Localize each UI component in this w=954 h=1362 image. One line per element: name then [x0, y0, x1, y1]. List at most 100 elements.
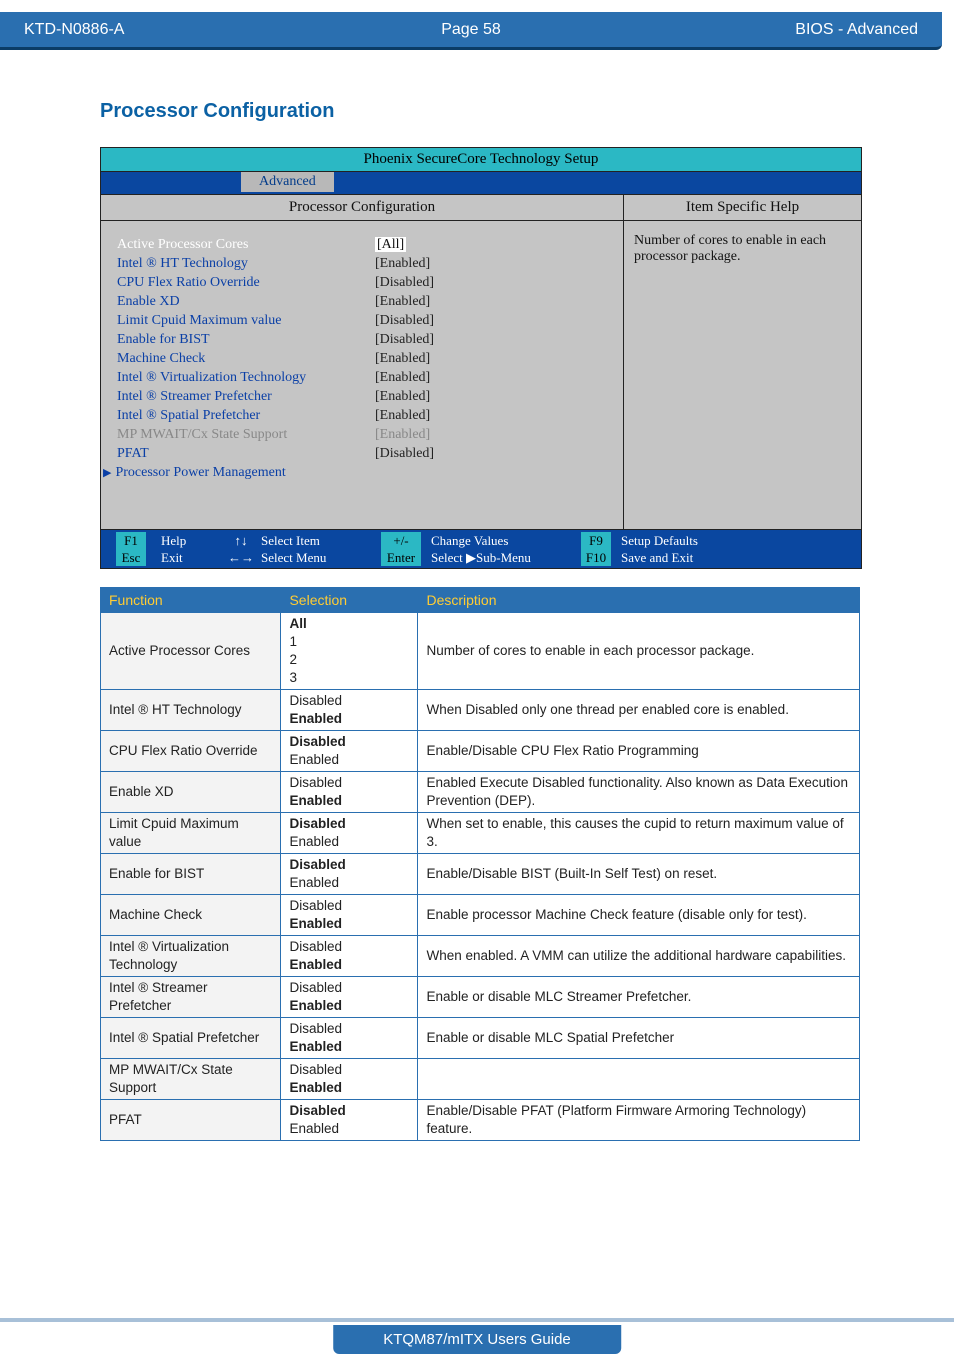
cell-description: Enable or disable MLC Streamer Prefetche… [418, 977, 860, 1018]
selection-option: All [289, 615, 409, 633]
cell-selection: DisabledEnabled [281, 854, 418, 895]
bios-item-label: MP MWAIT/Cx State Support [101, 425, 375, 444]
cell-selection: DisabledEnabled [281, 813, 418, 854]
selection-option: Enabled [289, 792, 409, 810]
bios-item-label: Limit Cpuid Maximum value [101, 311, 375, 330]
bios-key-legend: F1 Help ↑↓ Select Item +/- Change Values… [101, 529, 861, 568]
bios-tab-advanced[interactable]: Advanced [241, 172, 334, 192]
cell-function: Enable XD [101, 772, 281, 813]
key-f1: F1 [116, 532, 146, 549]
cell-description: Enable/Disable PFAT (Platform Firmware A… [418, 1100, 860, 1141]
bios-item[interactable]: Intel ® HT Technology[Enabled] [101, 254, 623, 273]
bios-item-value: [Enabled] [375, 406, 430, 425]
selection-option: Disabled [289, 979, 409, 997]
selection-option: Enabled [289, 915, 409, 933]
bios-title: Phoenix SecureCore Technology Setup [101, 148, 861, 172]
bios-item[interactable]: PFAT[Disabled] [101, 444, 623, 463]
table-row: PFATDisabledEnabledEnable/Disable PFAT (… [101, 1100, 860, 1141]
bios-item[interactable]: MP MWAIT/Cx State Support[Enabled] [101, 425, 623, 444]
selection-option: 1 [289, 633, 409, 651]
legend-select-submenu: Select ▶Sub-Menu [431, 549, 571, 566]
bios-item[interactable]: Active Processor Cores[All] [101, 235, 623, 254]
bios-item[interactable]: Intel ® Spatial Prefetcher[Enabled] [101, 406, 623, 425]
cell-description: When set to enable, this causes the cupi… [418, 813, 860, 854]
cell-function: Intel ® Virtualization Technology [101, 936, 281, 977]
bios-help-text: Number of cores to enable in each proces… [624, 221, 861, 529]
bios-item-value: [Enabled] [375, 425, 430, 444]
selection-option: Enabled [289, 874, 409, 892]
table-row: Machine CheckDisabledEnabledEnable proce… [101, 895, 860, 936]
table-row: CPU Flex Ratio OverrideDisabledEnabledEn… [101, 731, 860, 772]
cell-selection: DisabledEnabled [281, 977, 418, 1018]
section-label: BIOS - Advanced [620, 21, 918, 39]
table-row: Intel ® HT TechnologyDisabledEnabledWhen… [101, 690, 860, 731]
table-row: Intel ® Spatial PrefetcherDisabledEnable… [101, 1018, 860, 1059]
legend-select-item: Select Item [261, 532, 371, 549]
bios-item-label: Intel ® HT Technology [101, 254, 375, 273]
legend-setup-defaults: Setup Defaults [621, 532, 698, 549]
bios-item[interactable]: Intel ® Virtualization Technology[Enable… [101, 368, 623, 387]
legend-save-exit: Save and Exit [621, 549, 693, 566]
bios-item[interactable]: Enable for BIST[Disabled] [101, 330, 623, 349]
bios-panel-title-right: Item Specific Help [624, 195, 861, 220]
bios-item-label: Machine Check [101, 349, 375, 368]
bios-item-value: [Disabled] [375, 330, 434, 349]
table-row: Enable XDDisabledEnabledEnabled Execute … [101, 772, 860, 813]
selection-option: 3 [289, 669, 409, 687]
bios-item[interactable]: Limit Cpuid Maximum value[Disabled] [101, 311, 623, 330]
cell-selection: DisabledEnabled [281, 731, 418, 772]
table-row: MP MWAIT/Cx State SupportDisabledEnabled [101, 1059, 860, 1100]
bios-tabbar: Advanced [101, 172, 861, 195]
cell-description: Number of cores to enable in each proces… [418, 613, 860, 690]
selection-option: Disabled [289, 692, 409, 710]
bios-item-value: [Enabled] [375, 254, 430, 273]
cell-function: Limit Cpuid Maximum value [101, 813, 281, 854]
bios-item-label: Intel ® Virtualization Technology [101, 368, 375, 387]
key-f10: F10 [581, 549, 611, 566]
bios-item-value: [All] [375, 235, 406, 254]
bios-item[interactable]: Enable XD[Enabled] [101, 292, 623, 311]
doc-id: KTD-N0886-A [24, 21, 322, 39]
cell-function: Intel ® Streamer Prefetcher [101, 977, 281, 1018]
bios-item-label: CPU Flex Ratio Override [101, 273, 375, 292]
arrows-leftright-icon: ←→ [221, 549, 261, 566]
arrows-updown-icon: ↑↓ [221, 532, 261, 549]
cell-selection: DisabledEnabled [281, 690, 418, 731]
selection-option: Enabled [289, 1120, 409, 1138]
bios-item-label: Enable XD [101, 292, 375, 311]
bios-item-value: [Enabled] [375, 292, 430, 311]
cell-description: Enable/Disable CPU Flex Ratio Programmin… [418, 731, 860, 772]
legend-change-values: Change Values [431, 532, 571, 549]
cell-selection: DisabledEnabled [281, 936, 418, 977]
cell-selection: DisabledEnabled [281, 1100, 418, 1141]
selection-option: Disabled [289, 815, 409, 833]
selection-option: Disabled [289, 733, 409, 751]
cell-selection: DisabledEnabled [281, 772, 418, 813]
bios-item-label: Processor Power Management [101, 463, 375, 483]
selection-option: Disabled [289, 774, 409, 792]
settings-table: Function Selection Description Active Pr… [100, 587, 860, 1141]
cell-selection: DisabledEnabled [281, 1018, 418, 1059]
bios-item-value: [Enabled] [375, 349, 430, 368]
selection-option: Disabled [289, 1020, 409, 1038]
bios-item[interactable]: Machine Check[Enabled] [101, 349, 623, 368]
legend-select-menu: Select Menu [261, 549, 371, 566]
bios-item[interactable]: CPU Flex Ratio Override[Disabled] [101, 273, 623, 292]
bios-item-value: [Disabled] [375, 444, 434, 463]
selection-option: Disabled [289, 938, 409, 956]
bios-screenshot: Phoenix SecureCore Technology Setup Adva… [100, 147, 862, 569]
bios-item-label: PFAT [101, 444, 375, 463]
cell-function: Intel ® Spatial Prefetcher [101, 1018, 281, 1059]
bios-item[interactable]: Intel ® Streamer Prefetcher[Enabled] [101, 387, 623, 406]
selection-option: Enabled [289, 833, 409, 851]
bios-item[interactable]: Processor Power Management [101, 463, 623, 483]
bios-panel-title-left: Processor Configuration [101, 195, 624, 220]
cell-selection: DisabledEnabled [281, 895, 418, 936]
col-selection: Selection [281, 588, 418, 613]
cell-function: PFAT [101, 1100, 281, 1141]
cell-function: CPU Flex Ratio Override [101, 731, 281, 772]
cell-description: Enable/Disable BIST (Built-In Self Test)… [418, 854, 860, 895]
legend-exit: Exit [161, 549, 221, 566]
selection-option: Enabled [289, 1079, 409, 1097]
col-description: Description [418, 588, 860, 613]
